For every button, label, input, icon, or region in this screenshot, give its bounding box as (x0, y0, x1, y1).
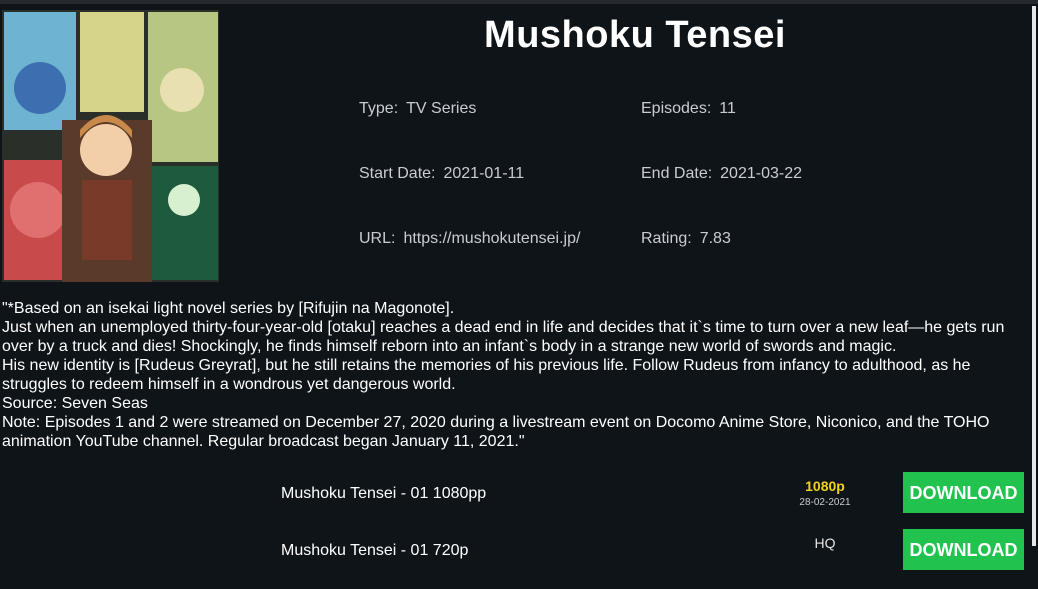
end-date-value: 2021-03-22 (720, 165, 802, 182)
episodes-field: Episodes: 11 (641, 100, 736, 118)
episode-date: 28-02-2021 (799, 497, 851, 508)
anime-title: Mushoku Tensei (484, 14, 786, 56)
type-label: Type: (359, 100, 399, 117)
episode-row: Mushoku Tensei - 01 720p HQ DOWNLOAD (0, 529, 1030, 589)
synopsis-line: Note: Episodes 1 and 2 were streamed on … (2, 414, 990, 450)
episodes-value: 11 (719, 100, 736, 117)
episode-name: Mushoku Tensei - 01 1080pp (281, 485, 487, 502)
download-button[interactable]: DOWNLOAD (903, 472, 1024, 513)
type-field: Type: TV Series (359, 100, 476, 118)
synopsis: "*Based on an isekai light novel series … (2, 299, 1022, 451)
end-date-field: End Date: 2021-03-22 (641, 165, 802, 183)
start-date-label: Start Date: (359, 165, 436, 182)
start-date-value: 2021-01-11 (443, 165, 525, 182)
top-bar (0, 0, 1038, 4)
synopsis-line: Source: Seven Seas (2, 395, 148, 412)
synopsis-line: His new identity is [Rudeus Greyrat], bu… (2, 357, 971, 393)
episodes-label: Episodes: (641, 100, 712, 117)
rating-field: Rating: 7.83 (641, 230, 731, 248)
episode-name: Mushoku Tensei - 01 720p (281, 542, 469, 559)
url-field: URL: https://mushokutensei.jp/ (359, 230, 580, 248)
url-link[interactable]: https://mushokutensei.jp/ (403, 230, 580, 247)
anime-poster-image (2, 10, 219, 282)
episode-row: Mushoku Tensei - 01 1080pp 1080p 28-02-2… (0, 472, 1030, 532)
start-date-field: Start Date: 2021-01-11 (359, 165, 524, 183)
synopsis-line: Just when an unemployed thirty-four-year… (2, 319, 1005, 355)
type-value: TV Series (406, 100, 477, 117)
end-date-label: End Date: (641, 165, 713, 182)
url-label: URL: (359, 230, 396, 247)
rating-value: 7.83 (699, 230, 731, 247)
quality-badge: 1080p (805, 478, 845, 494)
download-button[interactable]: DOWNLOAD (903, 529, 1024, 570)
quality-badge: HQ (814, 535, 836, 551)
synopsis-line: "*Based on an isekai light novel series … (2, 300, 455, 317)
scrollbar[interactable] (1032, 6, 1036, 546)
rating-label: Rating: (641, 230, 692, 247)
